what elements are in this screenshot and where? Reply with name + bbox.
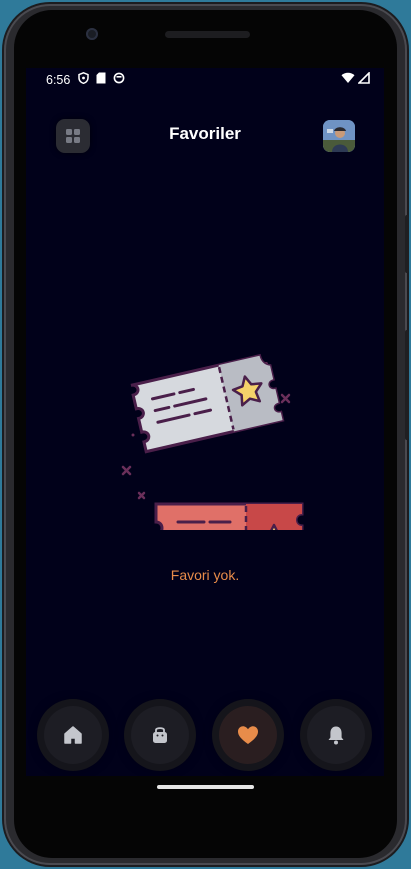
home-icon bbox=[64, 726, 82, 744]
earpiece-speaker bbox=[165, 31, 250, 38]
bottom-nav bbox=[26, 698, 384, 776]
status-left-icons bbox=[78, 72, 125, 84]
status-right-icons bbox=[341, 72, 370, 84]
shopping-bag-icon bbox=[153, 727, 167, 743]
power-button bbox=[405, 215, 409, 273]
profile-avatar-image bbox=[323, 120, 355, 152]
wifi-icon bbox=[341, 72, 355, 83]
empty-favorites-message: Favori yok. bbox=[170, 567, 240, 583]
home-indicator[interactable] bbox=[157, 785, 254, 789]
nav-home[interactable] bbox=[44, 706, 102, 764]
tickets-illustration bbox=[121, 353, 304, 530]
nav-favorites[interactable] bbox=[219, 706, 277, 764]
status-bar: 6:56 bbox=[26, 68, 384, 94]
bell-icon bbox=[328, 726, 344, 745]
heart-icon bbox=[238, 726, 258, 744]
front-camera bbox=[86, 28, 98, 40]
nav-shop[interactable] bbox=[131, 706, 189, 764]
status-time: 6:56 bbox=[46, 73, 71, 87]
avatar[interactable] bbox=[323, 120, 355, 152]
gray-ticket bbox=[130, 353, 285, 454]
red-ticket bbox=[154, 502, 304, 530]
sync-icon bbox=[113, 72, 125, 84]
app-screen: 6:56 Favoriler Favori yok. bbox=[26, 68, 384, 776]
signal-icon bbox=[358, 72, 370, 84]
sd-card-icon bbox=[96, 72, 106, 84]
volume-button bbox=[405, 330, 409, 440]
app-header: Favoriler bbox=[26, 116, 384, 156]
shield-icon bbox=[78, 72, 89, 84]
nav-notifications[interactable] bbox=[307, 706, 365, 764]
